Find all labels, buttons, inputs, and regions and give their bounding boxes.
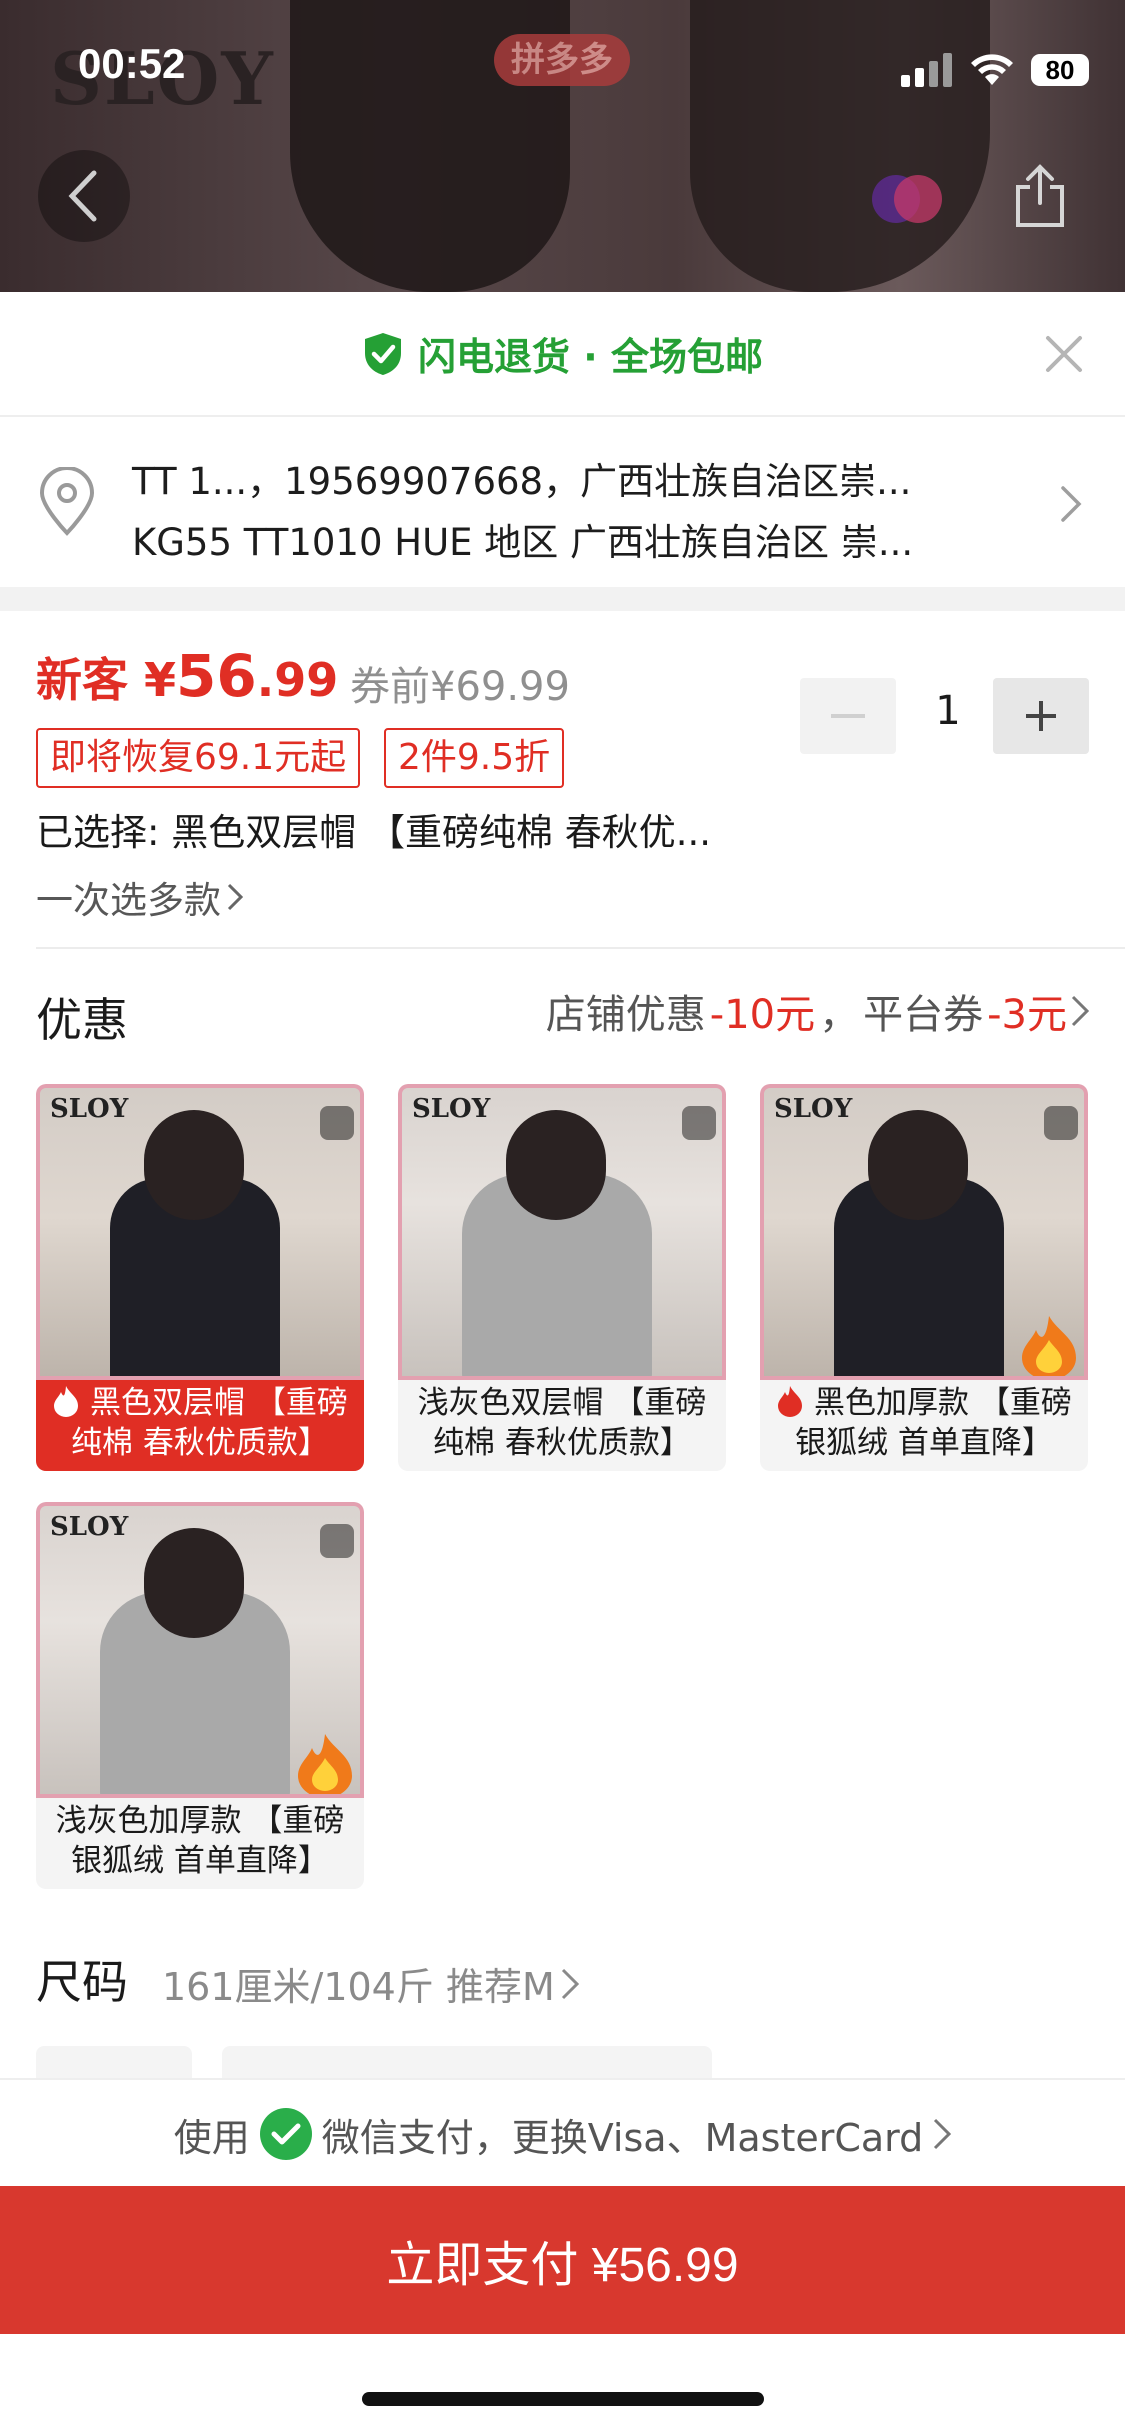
platform-coupon-label: 平台券: [863, 992, 984, 1038]
variant-card[interactable]: SLOY 黑色双层帽 【重磅纯棉 春秋优质款】: [36, 1084, 364, 1471]
expand-icon[interactable]: [1044, 1106, 1078, 1140]
price-before-coupon: 券前¥69.99: [350, 664, 570, 710]
payment-method-row[interactable]: 使用 微信支付，更换Visa、MasterCard: [0, 2078, 1125, 2188]
chevron-left-icon: [68, 170, 97, 222]
fire-icon: [54, 1386, 79, 1417]
minus-icon: [831, 714, 865, 718]
close-icon[interactable]: [1042, 332, 1086, 376]
variant-image: SLOY: [398, 1084, 726, 1380]
variant-logo: SLOY: [50, 1094, 129, 1124]
new-customer-label: 新客: [36, 653, 128, 707]
share-icon: [1016, 164, 1064, 227]
variant-logo: SLOY: [774, 1094, 853, 1124]
chevron-right-icon: [1071, 995, 1089, 1027]
currency-symbol: ¥: [144, 653, 177, 707]
selected-variant-text: 已选择: 黑色双层帽 【重磅纯棉 春秋优...: [36, 811, 712, 854]
payment-prefix: 使用: [173, 2115, 250, 2160]
size-title: 尺码: [36, 1955, 128, 2009]
payment-method-text: 微信支付，更换Visa、MasterCard: [321, 2115, 924, 2160]
flame-icon: [298, 1734, 352, 1794]
variant-logo: SLOY: [50, 1512, 129, 1542]
status-time: 00:52: [78, 40, 186, 87]
variant-image: SLOY: [36, 1502, 364, 1798]
chevron-right-icon: [227, 883, 243, 911]
address-row[interactable]: TT 1...，19569907668，广西壮族自治区崇... KG55 TT1…: [0, 417, 1125, 587]
fire-icon: [778, 1386, 803, 1417]
chevron-right-icon: [934, 2118, 952, 2150]
chevron-right-icon: [561, 1968, 579, 1999]
plus-icon: [1026, 701, 1056, 731]
service-banner: 闪电退货 · 全场包邮: [0, 292, 1125, 417]
variant-image: SLOY: [36, 1084, 364, 1380]
price-integer: 56: [176, 642, 257, 710]
status-icons: 80: [901, 50, 1089, 90]
price-new-customer: 新客 ¥56.99: [36, 642, 338, 710]
wifi-icon: [971, 54, 1013, 85]
variant-logo: SLOY: [412, 1094, 491, 1124]
quantity-increase-button[interactable]: [993, 678, 1089, 754]
price-tag-restore: 即将恢复69.1元起: [36, 728, 361, 788]
color-dots-icon: [872, 175, 942, 223]
size-hint-text: 161厘米/104斤 推荐M: [162, 1965, 555, 2009]
location-pin-icon: [39, 467, 95, 536]
shop-discount-value: -10元: [709, 992, 816, 1038]
variant-card[interactable]: SLOY 浅灰色双层帽 【重磅纯棉 春秋优质款】: [398, 1084, 726, 1471]
pay-now-button[interactable]: 立即支付 ¥56.99: [0, 2186, 1125, 2334]
battery-icon: 80: [1031, 54, 1089, 86]
address-line-1: TT 1...，19569907668，广西壮族自治区崇...: [132, 460, 912, 503]
wechat-pay-icon: [259, 2108, 312, 2160]
app-badge: 拼多多: [494, 34, 630, 86]
shop-discount-label: 店铺优惠: [545, 992, 706, 1038]
variant-caption: 浅灰色加厚款 【重磅银狐绒 首单直降】: [55, 1803, 345, 1879]
back-button[interactable]: [38, 150, 130, 242]
expand-icon[interactable]: [320, 1106, 354, 1140]
size-recommendation[interactable]: 161厘米/104斤 推荐M: [162, 1956, 579, 2011]
promo-separator: ，: [819, 992, 860, 1038]
home-indicator: [362, 2392, 764, 2406]
multi-select-label: 一次选多款: [36, 879, 221, 922]
multi-select-link[interactable]: 一次选多款: [36, 870, 243, 924]
promotions-summary[interactable]: 店铺优惠 -10元，平台券 -3元: [546, 982, 1089, 1040]
variant-caption: 浅灰色双层帽 【重磅纯棉 春秋优质款】: [417, 1385, 707, 1461]
quantity-value: 1: [935, 688, 961, 734]
variant-image: SLOY: [760, 1084, 1088, 1380]
price-tag-discount: 2件9.5折: [384, 728, 565, 788]
quantity-decrease-button[interactable]: [800, 678, 896, 754]
signal-icon: [901, 53, 952, 87]
shield-check-icon: [365, 332, 402, 375]
address-line-2: KG55 TT1010 HUE 地区 广西壮族自治区 崇...: [132, 521, 914, 564]
variant-caption: 黑色加厚款 【重磅银狐绒 首单直降】: [760, 1380, 1088, 1471]
expand-icon[interactable]: [682, 1106, 716, 1140]
flame-icon: [1022, 1316, 1076, 1376]
platform-coupon-value: -3元: [987, 992, 1067, 1038]
purchase-sheet: 闪电退货 · 全场包邮 TT 1...，19569907668，广西壮族自治区崇…: [0, 292, 1125, 2436]
chevron-right-icon: [1061, 486, 1082, 522]
share-button[interactable]: [1000, 150, 1080, 242]
promotions-title: 优惠: [36, 993, 128, 1047]
price-decimal: .99: [256, 653, 339, 707]
variant-caption: 黑色双层帽 【重磅纯棉 春秋优质款】: [36, 1380, 364, 1471]
variant-card[interactable]: SLOY 黑色加厚款 【重磅银狐绒 首单直降】: [760, 1084, 1088, 1471]
banner-text: 闪电退货 · 全场包邮: [418, 335, 763, 379]
variant-card[interactable]: SLOY 浅灰色加厚款 【重磅银狐绒 首单直降】: [36, 1502, 364, 1889]
expand-icon[interactable]: [320, 1524, 354, 1558]
